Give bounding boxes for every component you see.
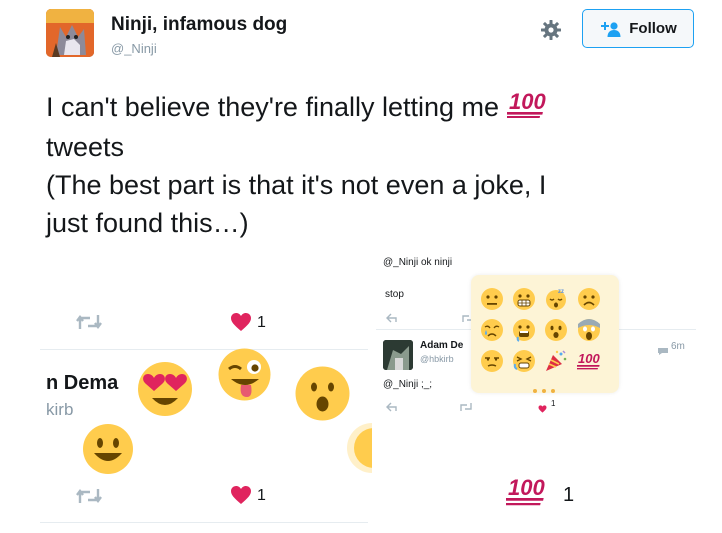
reply-icon[interactable] <box>386 310 398 328</box>
hundred-points-emoji: 100 <box>503 473 556 512</box>
follow-label: Follow <box>629 20 677 37</box>
crying-emoji[interactable] <box>480 318 504 342</box>
stop-text: stop <box>385 289 404 300</box>
reply-icon[interactable] <box>386 399 398 417</box>
surprised-emoji <box>294 365 351 422</box>
hushed-emoji[interactable] <box>544 318 568 342</box>
heart-icon[interactable] <box>230 485 252 510</box>
persevering-emoji[interactable] <box>512 349 536 373</box>
like-count: 1 <box>551 399 556 408</box>
timeline-divider <box>40 349 368 350</box>
tweet-line-3: (The best part is that it's not even a j… <box>46 170 547 200</box>
neutral-face-emoji[interactable] <box>480 287 504 311</box>
author-tweet-text: @_Ninji ;_; <box>383 379 433 390</box>
author-name[interactable]: Adam De <box>420 340 463 351</box>
smiley-emoji <box>82 423 134 475</box>
unamused-emoji[interactable] <box>480 349 504 373</box>
tweet-line-2: tweets <box>46 132 125 162</box>
grimacing-emoji[interactable] <box>512 287 536 311</box>
like-count: 1 <box>257 314 266 331</box>
hundred-count: 1 <box>563 484 575 506</box>
heart-icon[interactable] <box>230 312 252 337</box>
retweet-icon[interactable] <box>459 399 473 417</box>
partial-emoji <box>346 422 372 474</box>
timeline-divider <box>40 522 368 523</box>
tweet-text: I can't believe they're finally letting … <box>46 88 676 242</box>
svg-text:100: 100 <box>578 351 600 366</box>
display-name[interactable]: Ninji, infamous dog <box>111 14 287 36</box>
like-count: 1 <box>257 487 266 504</box>
user-handle[interactable]: @_Ninji <box>111 41 157 56</box>
tweet-line-4: just found this…) <box>46 208 249 238</box>
gear-icon[interactable] <box>540 19 562 41</box>
sleeping-emoji[interactable]: zz <box>544 287 568 311</box>
svg-text:100: 100 <box>508 475 545 500</box>
tweet-line-1: I can't believe they're finally letting … <box>46 92 500 122</box>
partial-author-handle: kirb <box>46 400 74 419</box>
timestamp: 6m <box>671 341 685 352</box>
hundred-points-emoji[interactable]: 100 <box>575 349 607 373</box>
author-avatar[interactable] <box>383 340 413 370</box>
frowning-emoji[interactable] <box>577 287 601 311</box>
svg-text:zz: zz <box>558 289 564 295</box>
add-user-icon <box>601 21 621 37</box>
picker-page-dots[interactable] <box>532 381 556 399</box>
timestamp-icon <box>657 342 669 360</box>
emoji-picker-popup: zz 100 <box>471 275 619 393</box>
follow-button[interactable]: Follow <box>582 9 694 48</box>
heart-icon[interactable] <box>538 400 547 418</box>
party-popper-emoji[interactable] <box>544 349 568 373</box>
retweet-icon[interactable] <box>76 487 102 510</box>
author-handle: @hbkirb <box>420 354 454 364</box>
partial-author-name[interactable]: n Dema <box>46 372 118 395</box>
anguished-emoji[interactable] <box>512 318 536 342</box>
hundred-points-emoji: 100 <box>503 88 551 128</box>
winking-tongue-emoji <box>217 347 272 402</box>
heart-eyes-emoji <box>136 360 194 418</box>
svg-text:100: 100 <box>509 89 546 114</box>
dog-avatar-image <box>46 9 94 57</box>
profile-avatar[interactable] <box>46 9 94 57</box>
retweet-icon[interactable] <box>76 313 102 336</box>
reply-text: @_Ninji ok ninji <box>383 257 453 268</box>
scream-emoji[interactable] <box>577 318 601 342</box>
